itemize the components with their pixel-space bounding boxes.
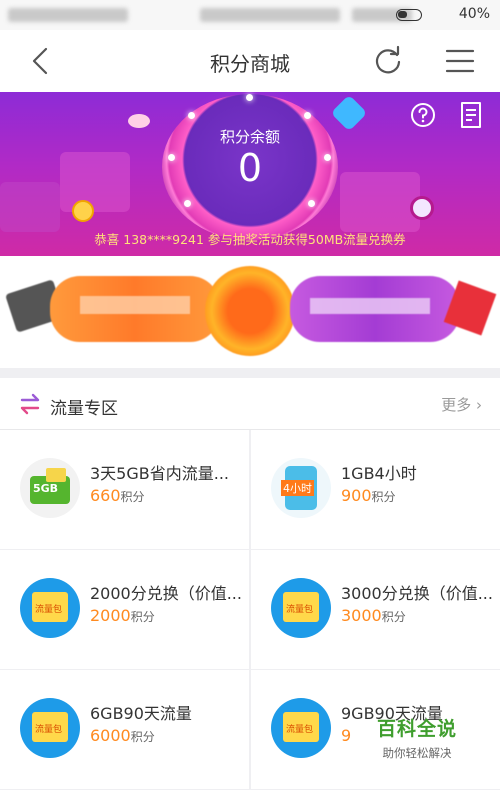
- coin-icon: [72, 200, 94, 222]
- product-price: 2000积分: [90, 606, 155, 625]
- records-icon[interactable]: [459, 101, 483, 129]
- product-price: 900积分: [341, 486, 396, 505]
- price-unit: 积分: [371, 490, 396, 504]
- chevron-right-icon: ›: [476, 396, 482, 414]
- badge-text: 5GB: [33, 482, 59, 495]
- price-value: 900: [341, 486, 372, 505]
- product-card[interactable]: 流量包 6GB90天流量 6000积分: [0, 670, 249, 789]
- badge-text: 4小时: [281, 480, 314, 496]
- more-link[interactable]: 更多 ›: [441, 394, 482, 415]
- price-value: 2000: [90, 606, 131, 625]
- carrier-blurred: [8, 8, 128, 22]
- product-card[interactable]: 流量包 3000分兑换（价值... 3000积分: [251, 550, 500, 669]
- product-name: 6GB90天流量: [90, 704, 192, 723]
- price-unit: 积分: [381, 610, 406, 624]
- phone-4h-icon: 4小时: [271, 458, 331, 518]
- status-bar: 40%: [0, 0, 500, 30]
- more-label: 更多: [441, 396, 472, 414]
- product-price: 3000积分: [341, 606, 406, 625]
- price-unit: 积分: [120, 490, 145, 504]
- product-price: 6000积分: [90, 726, 155, 745]
- watermark-main: 百科全说: [376, 718, 457, 740]
- candy-ball-icon: [410, 196, 434, 220]
- badge-text: 流量包: [286, 725, 314, 735]
- product-card[interactable]: 5GB 3天5GB省内流量... 660积分: [0, 430, 249, 549]
- refresh-icon[interactable]: [372, 44, 404, 76]
- battery-icon: [396, 9, 422, 21]
- points-label: 积分余额: [219, 128, 280, 146]
- product-card[interactable]: 流量包 2000分兑换（价值... 2000积分: [0, 550, 249, 669]
- data-pack-icon: 流量包: [20, 698, 80, 758]
- page-title: 积分商城: [210, 52, 290, 76]
- watermark-sub: 助你轻松解决: [382, 746, 452, 760]
- price-value: 3000: [341, 606, 382, 625]
- product-name: 3天5GB省内流量...: [90, 464, 229, 483]
- product-card[interactable]: 4小时 1GB4小时 900积分: [251, 430, 500, 549]
- price-value: 6000: [90, 726, 131, 745]
- menu-icon[interactable]: [444, 46, 476, 76]
- watermark: 百科全说 助你轻松解决: [362, 714, 472, 764]
- network-speed-blurred: [200, 8, 340, 22]
- section-title: 流量专区: [50, 399, 118, 419]
- points-banner: 积分余额 0 恭喜 138****9241 参与抽奖活动获得50MB流量兑换券: [0, 92, 500, 256]
- promo-text-blurred: [310, 298, 430, 314]
- nav-bar: 积分商城: [0, 30, 500, 92]
- product-price: 9: [341, 726, 351, 745]
- data-pack-icon: 流量包: [271, 698, 331, 758]
- points-value: 0: [237, 146, 263, 190]
- price-unit: 积分: [130, 730, 155, 744]
- promo-banner[interactable]: [0, 256, 500, 368]
- promo-badge: [205, 266, 295, 356]
- section-header: 流量专区 更多 ›: [0, 378, 500, 430]
- exchange-icon: [20, 393, 40, 415]
- price-value: 660: [90, 486, 121, 505]
- price-value: 9: [341, 726, 352, 745]
- data-pack-icon: 流量包: [20, 578, 80, 638]
- help-icon[interactable]: [410, 102, 436, 128]
- product-name: 3000分兑换（价值...: [341, 584, 493, 603]
- product-name: 1GB4小时: [341, 464, 417, 483]
- data-pack-icon: 流量包: [271, 578, 331, 638]
- badge-text: 流量包: [35, 605, 63, 615]
- price-unit: 积分: [130, 610, 155, 624]
- promo-text-blurred: [80, 296, 190, 314]
- winner-notice: 恭喜 138****9241 参与抽奖活动获得50MB流量兑换券: [94, 232, 406, 247]
- badge-text: 流量包: [35, 725, 63, 735]
- badge-text: 流量包: [286, 605, 314, 615]
- product-price: 660积分: [90, 486, 145, 505]
- data-5gb-icon: 5GB: [20, 458, 80, 518]
- product-name: 2000分兑换（价值...: [90, 584, 242, 603]
- battery-percent: 40%: [458, 6, 490, 22]
